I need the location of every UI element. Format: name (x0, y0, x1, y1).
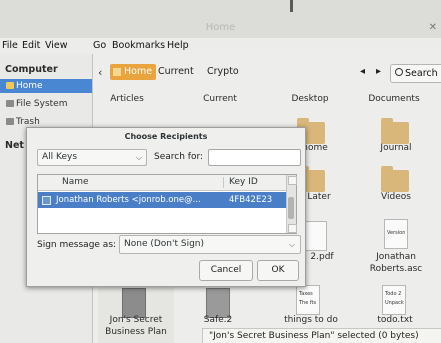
file-label: Safe.2 (203, 315, 233, 325)
close-icon[interactable]: ✕ (429, 22, 437, 33)
search-for-label: Search for: (154, 152, 204, 162)
search-for-input[interactable] (208, 149, 301, 166)
column-header-key-id[interactable]: Key ID (229, 175, 258, 190)
folder-icon[interactable] (381, 166, 409, 192)
toolbar: ‹ Home Current Crypto ◂ ▸ Search (92, 62, 441, 84)
list-scrollbar[interactable] (286, 175, 297, 233)
sidebar-item-label: Trash (16, 117, 40, 127)
menu-edit[interactable]: Edit (22, 40, 40, 51)
column-header-name[interactable]: Name (62, 175, 89, 190)
file-label: Business Plan (105, 327, 167, 337)
menu-bookmarks[interactable]: Bookmarks (112, 40, 165, 51)
document-icon[interactable] (122, 288, 146, 318)
text-file-icon[interactable]: Taxes The fts (296, 285, 320, 315)
file-label: 2.pdf (310, 252, 334, 262)
menubar: File Edit View Go Bookmarks Help (0, 38, 441, 54)
breadcrumb-label: Home (124, 66, 153, 77)
recipient-checkbox[interactable] (42, 196, 51, 205)
scroll-up-icon[interactable] (288, 176, 297, 185)
sidebar-item-file-system[interactable]: File System (0, 97, 92, 111)
search-button-label: Search (405, 68, 438, 79)
menu-help[interactable]: Help (167, 40, 189, 51)
table-row[interactable]: Jonathan Roberts <jonrob.one@... 4FB42E2… (38, 192, 286, 208)
thumbnail-text: Unpack (385, 300, 404, 306)
breadcrumb-home[interactable]: Home (110, 64, 157, 80)
recipient-key-id: 4FB42E23 (229, 195, 273, 205)
text-file-icon[interactable]: Version (384, 219, 408, 249)
file-label: Documents (368, 94, 420, 104)
file-label: Articles (110, 94, 144, 104)
sidebar-item-label: File System (16, 99, 68, 109)
file-label: Jonathan (376, 252, 416, 262)
menu-go[interactable]: Go (93, 40, 106, 51)
breadcrumb-crypto[interactable]: Crypto (203, 64, 243, 80)
chevron-down-icon: ⌵ (135, 153, 142, 162)
sidebar-item-home[interactable]: Home (0, 79, 92, 93)
file-label: Jon's Secret (109, 315, 163, 325)
scrollbar-thumb[interactable] (288, 197, 294, 219)
home-icon (113, 68, 121, 76)
file-manager-window: Home ✕ File Edit View Go Bookmarks Help … (0, 0, 441, 343)
thumbnail-text: The fts (299, 300, 317, 306)
keys-filter-value: All Keys (42, 152, 78, 162)
trash-icon (6, 118, 14, 125)
menu-file[interactable]: File (2, 40, 18, 51)
sign-as-value: None (Don't Sign) (124, 239, 204, 249)
sidebar-header-computer: Computer (5, 64, 58, 75)
list-header: Name Key ID (38, 175, 286, 191)
drive-icon (6, 100, 14, 107)
status-text: "Jon's Secret Business Plan" selected (0… (209, 331, 419, 341)
file-label: Desktop (291, 94, 329, 104)
home-folder-icon (6, 82, 14, 89)
window-title: Home (205, 22, 236, 33)
file-label: things to do (284, 315, 338, 325)
search-button[interactable]: Search (390, 64, 441, 83)
file-label: Later (307, 192, 331, 202)
thumbnail-text: Todo 2 (385, 291, 402, 297)
dialog-title: Choose Recipients (124, 132, 208, 141)
file-label: Journal (380, 143, 412, 153)
nav-left-arrow-icon[interactable]: ◂ (360, 66, 365, 77)
thumbnail-text: Version (387, 230, 406, 236)
file-label: Videos (381, 192, 411, 202)
breadcrumb-current[interactable]: Current (154, 64, 198, 80)
cancel-button[interactable]: Cancel (199, 260, 253, 281)
file-label: todo.txt (377, 315, 413, 325)
scroll-down-icon[interactable] (288, 224, 297, 233)
menu-view[interactable]: View (45, 40, 68, 51)
sign-as-dropdown[interactable]: None (Don't Sign) ⌵ (119, 235, 301, 254)
search-icon (395, 68, 403, 76)
file-label: Current (203, 94, 237, 104)
titlebar: Home ✕ (0, 0, 441, 39)
text-file-icon[interactable]: Todo 2 Unpack (382, 285, 406, 315)
folder-icon[interactable] (381, 118, 409, 144)
recipients-list: Name Key ID Jonathan Roberts <jonrob.one… (37, 174, 297, 234)
ok-button[interactable]: OK (257, 260, 299, 281)
column-separator (223, 177, 224, 188)
pdf-icon[interactable] (303, 221, 327, 251)
choose-recipients-dialog: Choose Recipients All Keys ⌵ Search for:… (26, 127, 306, 287)
thumbnail-text: Taxes (299, 291, 313, 297)
sign-message-label: Sign message as: (37, 240, 117, 250)
window-edge-marker (290, 0, 293, 12)
file-label: Roberts.asc (369, 264, 423, 274)
nav-right-arrow-icon[interactable]: ▸ (376, 66, 381, 77)
back-icon[interactable]: ‹ (98, 66, 102, 79)
sidebar-item-label: Home (16, 81, 43, 91)
chevron-down-icon: ⌵ (288, 240, 295, 249)
keys-filter-dropdown[interactable]: All Keys ⌵ (37, 149, 147, 166)
recipient-name: Jonathan Roberts <jonrob.one@... (56, 195, 201, 205)
document-icon[interactable] (206, 288, 230, 318)
status-bar: "Jon's Secret Business Plan" selected (0… (202, 328, 441, 343)
sidebar-header-network: Net (5, 140, 24, 151)
